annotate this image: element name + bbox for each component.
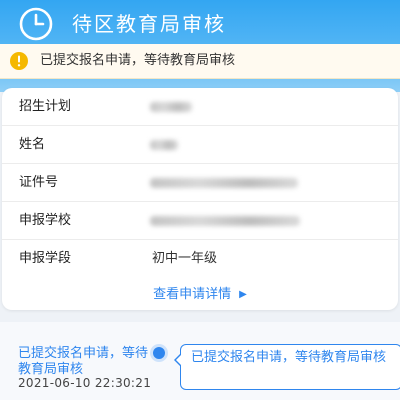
timeline-timestamp: 2021-06-10 22:30:21 [18, 376, 152, 390]
redacted-value [150, 102, 192, 112]
row-label-id-number: 证件号 [19, 175, 59, 190]
status-notice: 已提交报名申请，等待教育局审核 [0, 44, 400, 79]
redacted-value [150, 140, 178, 150]
row-label-enrollment-plan: 招生计划 [19, 99, 72, 114]
notice-text: 已提交报名申请，等待教育局审核 [40, 53, 236, 68]
warning-icon [10, 52, 28, 70]
row-school: 申报学校 [2, 202, 398, 240]
view-details-link[interactable]: 查看申请详情 ▶ [2, 283, 398, 302]
row-value-grade: 初中一年级 [152, 251, 218, 266]
row-label-school: 申报学校 [19, 213, 72, 228]
application-card: 招生计划 姓名 证件号 申报学校 申报学段 初中一年级 查看申请详情 ▶ [2, 88, 398, 310]
row-label-name: 姓名 [19, 137, 46, 152]
view-details-label[interactable]: 查看申请详情 [153, 287, 231, 302]
row-name: 姓名 [2, 126, 398, 164]
status-timeline: 已提交报名申请，等待教育局审核 2021-06-10 22:30:21 已提交报… [0, 322, 400, 400]
page-title: 待区教育局审核 [72, 12, 226, 36]
redacted-value [150, 178, 298, 188]
row-label-grade: 申报学段 [19, 251, 72, 266]
row-id-number: 证件号 [2, 164, 398, 202]
timeline-bubble: 已提交报名申请，等待教育局审核 [174, 344, 400, 390]
clock-icon [19, 7, 53, 41]
play-arrow-icon: ▶ [239, 289, 247, 300]
row-grade: 申报学段 初中一年级 [2, 240, 398, 277]
redacted-value [150, 216, 300, 226]
timeline-status-text: 已提交报名申请，等待教育局审核 [18, 346, 149, 377]
row-enrollment-plan: 招生计划 [2, 88, 398, 126]
timeline-dot-icon [153, 347, 165, 359]
